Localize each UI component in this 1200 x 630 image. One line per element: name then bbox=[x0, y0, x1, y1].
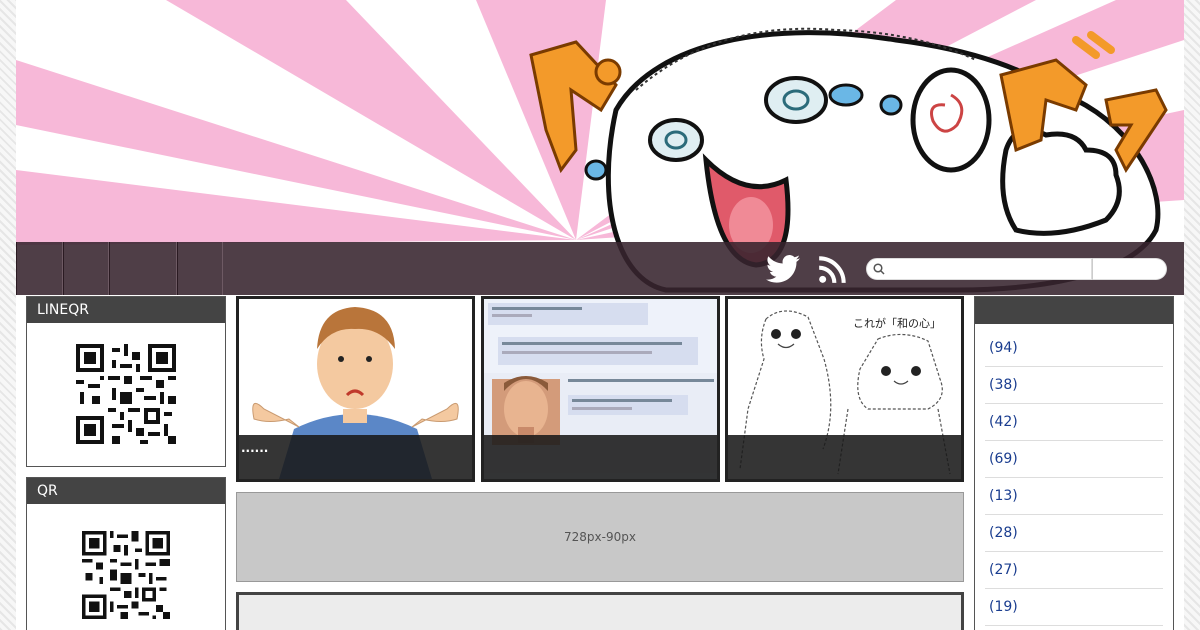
category-item[interactable]: (19) bbox=[985, 589, 1163, 626]
category-item[interactable]: (42) bbox=[985, 404, 1163, 441]
search-button[interactable] bbox=[1092, 258, 1167, 280]
nav-item-3[interactable] bbox=[109, 242, 177, 295]
category-item[interactable]: (94) bbox=[985, 330, 1163, 367]
search-box bbox=[866, 258, 1092, 280]
category-item[interactable]: (13) bbox=[985, 478, 1163, 515]
thumbnail-caption bbox=[484, 435, 717, 479]
rss-icon[interactable] bbox=[818, 256, 846, 284]
site-header bbox=[16, 0, 1184, 295]
search-icon bbox=[873, 263, 885, 275]
ascii-art-text: これが「和の心」 bbox=[853, 316, 941, 330]
article-thumbnail-2[interactable] bbox=[481, 296, 720, 482]
widget-title bbox=[975, 297, 1173, 324]
category-item[interactable]: (27) bbox=[985, 552, 1163, 589]
category-item[interactable]: (28) bbox=[985, 515, 1163, 552]
category-widget: (94) (38) (42) (69) (13) (28) (27) (19) bbox=[974, 296, 1174, 630]
article-thumbnail-1[interactable]: ...... bbox=[236, 296, 475, 482]
qr-code-image bbox=[82, 531, 170, 619]
search-input[interactable] bbox=[889, 260, 1087, 278]
ad-label: 728px-90px bbox=[564, 530, 636, 544]
thumbnail-caption: ...... bbox=[239, 435, 472, 479]
widget-title: QR bbox=[27, 478, 225, 504]
content-panel bbox=[236, 592, 964, 630]
widget-title: LINEQR bbox=[27, 297, 225, 323]
nav-item-1[interactable] bbox=[16, 242, 63, 295]
lineqr-widget: LINEQR bbox=[26, 296, 226, 467]
ad-placeholder[interactable]: 728px-90px bbox=[236, 492, 964, 582]
article-thumbnail-3[interactable]: これが「和の心」 bbox=[725, 296, 964, 482]
qr-widget: QR bbox=[26, 477, 226, 630]
line-qr-code-image bbox=[76, 344, 176, 444]
category-list: (94) (38) (42) (69) (13) (28) (27) (19) bbox=[975, 330, 1173, 626]
navigation-bar bbox=[16, 242, 1184, 295]
category-item[interactable]: (69) bbox=[985, 441, 1163, 478]
nav-item-4[interactable] bbox=[177, 242, 223, 295]
page: LINEQR QR ...... これが「和の心」 728px-90px (94… bbox=[16, 0, 1184, 630]
nav-item-2[interactable] bbox=[63, 242, 109, 295]
category-item[interactable]: (38) bbox=[985, 367, 1163, 404]
twitter-icon[interactable] bbox=[766, 254, 800, 284]
thumbnail-caption bbox=[728, 435, 961, 479]
